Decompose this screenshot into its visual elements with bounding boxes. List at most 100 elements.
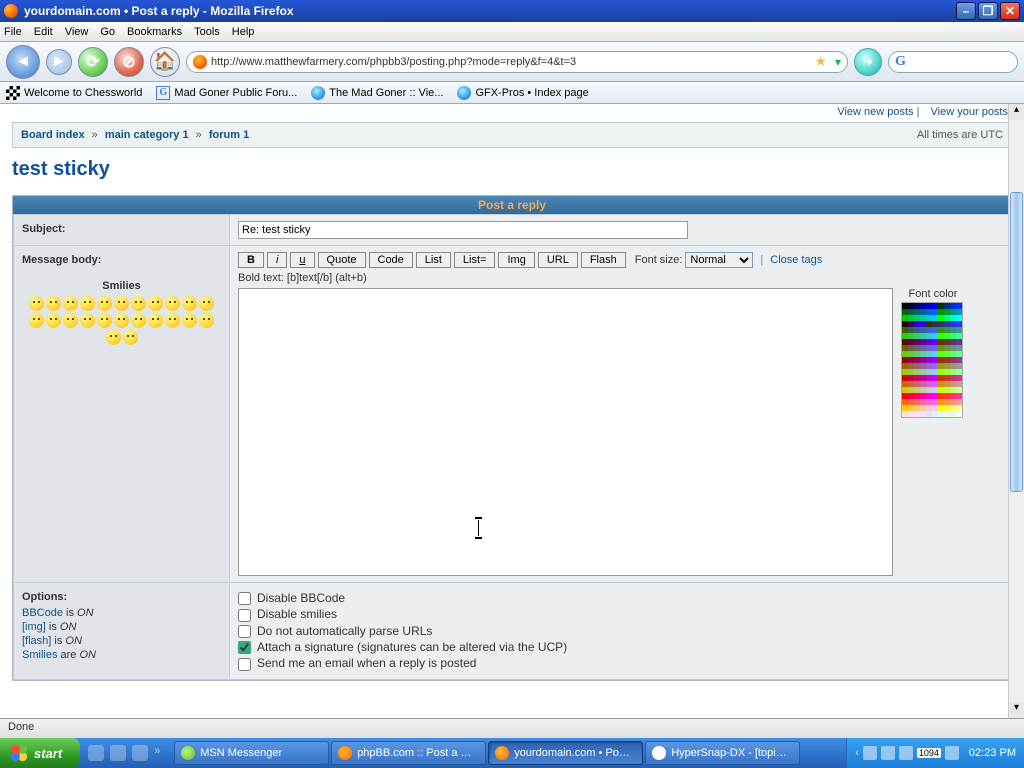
bbcode-italic[interactable]: i [267,252,287,268]
taskbar-task[interactable]: MSN Messenger [174,741,329,765]
menu-help[interactable]: Help [232,26,255,38]
menu-view[interactable]: View [65,26,89,38]
smiley-icon[interactable] [131,313,146,328]
bookmark-item[interactable]: GFX-Pros • Index page [457,86,588,100]
smiley-icon[interactable] [29,296,44,311]
menu-tools[interactable]: Tools [194,26,220,38]
color-swatch[interactable] [956,411,962,417]
message-textarea[interactable] [238,288,893,576]
taskbar-task[interactable]: phpBB.com :: Post a … [331,741,486,765]
bookmark-item[interactable]: The Mad Goner :: Vie... [311,86,443,100]
ql-icon-2[interactable] [110,745,126,761]
option-link-bbcode[interactable]: BBCode [22,607,63,619]
menu-go[interactable]: Go [100,26,115,38]
bbcode-code[interactable]: Code [369,252,413,268]
scrollbar-thumb[interactable] [1010,192,1023,492]
smiley-icon[interactable] [182,296,197,311]
bc-board-index[interactable]: Board index [21,129,85,141]
check-attach-sig[interactable]: Attach a signature (signatures can be al… [238,640,1002,654]
windows-icon [10,744,28,762]
bookmark-item[interactable]: GMad Goner Public Foru... [156,86,297,100]
check-disable-bbcode[interactable]: Disable BBCode [238,591,1002,605]
smiley-icon[interactable] [46,296,61,311]
smiley-icon[interactable] [199,313,214,328]
smiley-icon[interactable] [80,313,95,328]
smiley-icon[interactable] [29,313,44,328]
smiley-icon[interactable] [182,313,197,328]
bbcode-quote[interactable]: Quote [318,252,366,268]
start-button[interactable]: start [0,738,80,768]
menu-edit[interactable]: Edit [34,26,53,38]
view-your-posts-link[interactable]: View your posts [931,106,1008,118]
maximize-button[interactable]: ❐ [978,2,998,20]
forward-button[interactable]: ► [46,49,72,75]
tray-icon-4[interactable] [945,746,959,760]
go-button[interactable]: ➜ [854,48,882,76]
scroll-down-icon[interactable]: ▾ [1009,702,1024,718]
bbcode-list-eq[interactable]: List= [454,252,496,268]
close-tags-link[interactable]: Close tags [770,254,822,266]
smiley-icon[interactable] [165,313,180,328]
smiley-icon[interactable] [63,313,78,328]
smiley-icon[interactable] [80,296,95,311]
tray-expand-icon[interactable]: ‹ [855,747,859,759]
smiley-icon[interactable] [63,296,78,311]
favorite-icon[interactable]: ★ [814,53,827,70]
tray-badge[interactable]: 1094 [917,748,941,758]
bookmark-item[interactable]: Welcome to Chessworld [6,86,142,100]
smiley-icon[interactable] [199,296,214,311]
view-new-posts-link[interactable]: View new posts [837,106,913,118]
smiley-icon[interactable] [165,296,180,311]
check-noparse-urls[interactable]: Do not automatically parse URLs [238,624,1002,638]
back-button[interactable]: ◄ [6,45,40,79]
tray-icon-3[interactable] [899,746,913,760]
taskbar-task[interactable]: yourdomain.com • Po… [488,741,643,765]
bc-category[interactable]: main category 1 [105,129,189,141]
url-bar[interactable]: http://www.matthewfarmery.com/phpbb3/pos… [186,51,848,73]
tray-icon-2[interactable] [881,746,895,760]
taskbar-task[interactable]: HyperSnap-DX - [topi… [645,741,800,765]
menu-bookmarks[interactable]: Bookmarks [127,26,182,38]
check-disable-smilies[interactable]: Disable smilies [238,607,1002,621]
ql-icon-3[interactable] [132,745,148,761]
bc-forum[interactable]: forum 1 [209,129,249,141]
smiley-icon[interactable] [46,313,61,328]
smiley-icon[interactable] [123,330,138,345]
bbcode-bold[interactable]: B [238,252,264,268]
vertical-scrollbar[interactable]: ▴ ▾ [1008,104,1024,718]
subject-input[interactable] [238,221,688,239]
reload-button[interactable]: ⟳ [78,47,108,77]
tray-icon-1[interactable] [863,746,877,760]
smiley-icon[interactable] [148,313,163,328]
bbcode-url[interactable]: URL [538,252,578,268]
option-link-flash[interactable]: [flash] [22,635,51,647]
ql-icon-1[interactable] [88,745,104,761]
smiley-icon[interactable] [131,296,146,311]
close-button[interactable]: ✕ [1000,2,1020,20]
stop-button[interactable]: ⊘ [114,47,144,77]
search-box[interactable]: G [888,51,1018,73]
ql-more-icon[interactable]: » [154,745,162,761]
options-label: Options: [22,591,67,603]
smiley-icon[interactable] [114,313,129,328]
home-button[interactable]: 🏠 [150,47,180,77]
menu-file[interactable]: File [4,26,22,38]
option-link-smilies[interactable]: Smilies [22,649,57,661]
bbcode-flash[interactable]: Flash [581,252,626,268]
bbcode-img[interactable]: Img [498,252,534,268]
check-notify[interactable]: Send me an email when a reply is posted [238,656,1002,670]
option-link-img[interactable]: [img] [22,621,46,633]
smiley-icon[interactable] [148,296,163,311]
smiley-icon[interactable] [97,313,112,328]
smiley-icon[interactable] [97,296,112,311]
smiley-icon[interactable] [106,330,121,345]
bbcode-underline[interactable]: u [290,252,314,268]
scroll-up-icon[interactable]: ▴ [1009,104,1024,120]
url-dropdown-icon[interactable]: ▾ [835,55,841,69]
tray-clock[interactable]: 02:23 PM [969,747,1016,759]
bbcode-list[interactable]: List [416,252,451,268]
fontsize-select[interactable]: Normal [685,252,753,268]
smiley-icon[interactable] [114,296,129,311]
options-checks: Disable BBCode Disable smilies Do not au… [238,591,1002,671]
minimize-button[interactable]: – [956,2,976,20]
